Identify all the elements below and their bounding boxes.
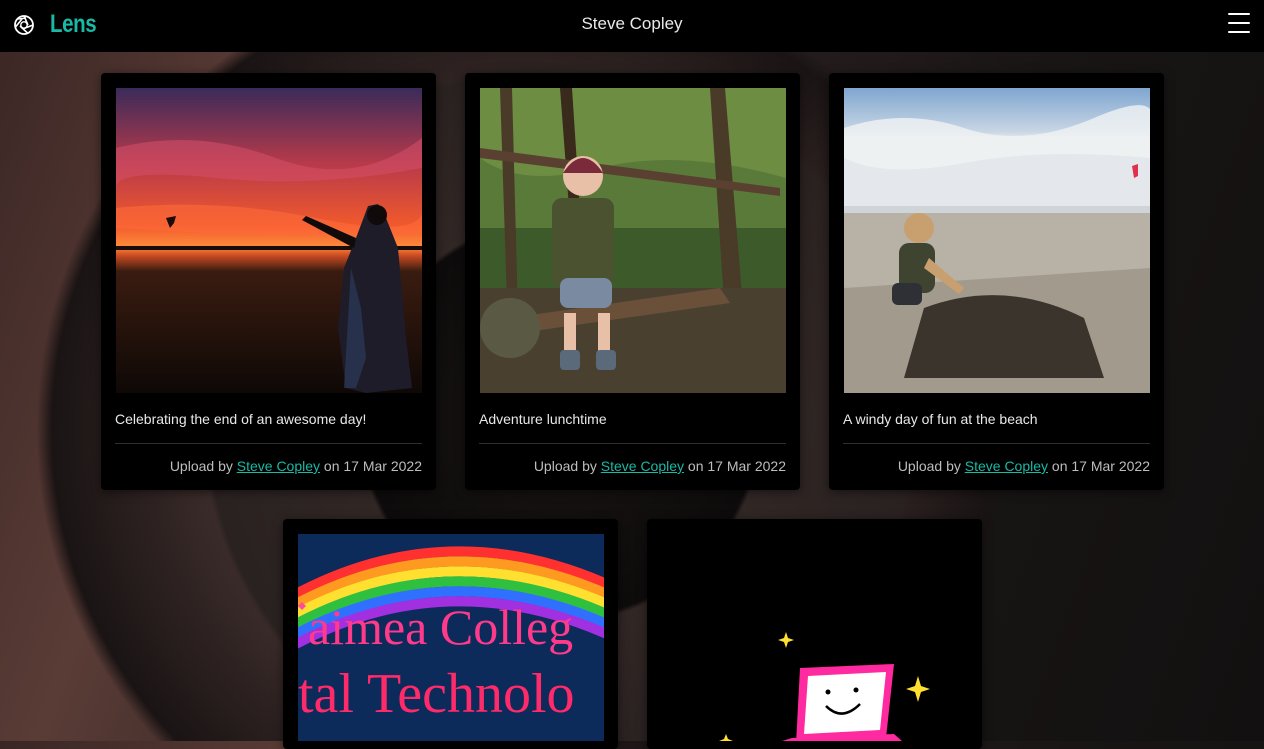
divider [115, 443, 422, 444]
upload-date: on 17 Mar 2022 [323, 458, 422, 474]
post-meta: Upload by Steve Copley on 17 Mar 2022 [534, 458, 786, 474]
post-caption: Adventure lunchtime [479, 411, 607, 427]
post-caption: Celebrating the end of an awesome day! [115, 411, 367, 427]
author-link[interactable]: Steve Copley [237, 458, 320, 474]
post-meta: Upload by Steve Copley on 17 Mar 2022 [170, 458, 422, 474]
post-card: A windy day of fun at the beach Upload b… [829, 73, 1164, 490]
author-link[interactable]: Steve Copley [965, 458, 1048, 474]
banner-line-1: aimea Colleg [308, 599, 573, 655]
hamburger-menu-icon[interactable] [1228, 13, 1250, 33]
post-card: Adventure lunchtime Upload by Steve Copl… [465, 73, 800, 490]
upload-prefix: Upload by [169, 458, 233, 474]
upload-date: on 17 Mar 2022 [1051, 458, 1150, 474]
upload-prefix: Upload by [533, 458, 597, 474]
post-card: Celebrating the end of an awesome day! U… [101, 73, 436, 490]
upload-date: on 17 Mar 2022 [687, 458, 786, 474]
sunset-silhouette-photo[interactable] [116, 88, 422, 393]
college-banner-image[interactable]: aimea Colleg tal Technolo [298, 534, 604, 741]
post-card [647, 519, 982, 749]
laptop-cartoon-image[interactable] [662, 534, 968, 741]
top-navigation-bar: Lens Steve Copley [0, 0, 1264, 52]
divider [479, 443, 786, 444]
user-name: Steve Copley [581, 14, 683, 33]
upload-prefix: Upload by [897, 458, 961, 474]
post-card: aimea Colleg tal Technolo [283, 519, 618, 749]
post-meta: Upload by Steve Copley on 17 Mar 2022 [898, 458, 1150, 474]
child-in-forest-photo[interactable] [480, 88, 786, 393]
banner-line-2: tal Technolo [298, 663, 575, 725]
divider [843, 443, 1150, 444]
child-at-beach-photo[interactable] [844, 88, 1150, 393]
post-caption: A windy day of fun at the beach [843, 411, 1038, 427]
author-link[interactable]: Steve Copley [601, 458, 684, 474]
